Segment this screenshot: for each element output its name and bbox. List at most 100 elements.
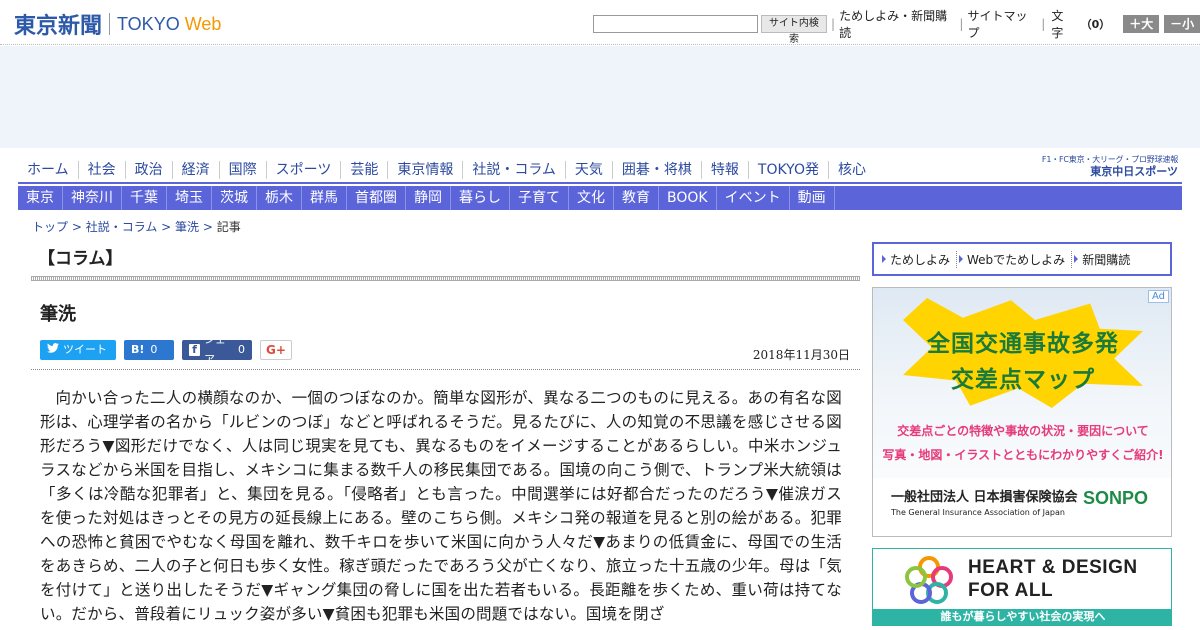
chunichi-name: 東京中日スポーツ xyxy=(1090,165,1178,178)
ad-subtitle-line1: 交差点ごとの特徴や事故の状況・要因について xyxy=(897,424,1149,438)
breadcrumb-section[interactable]: 社説・コラム xyxy=(86,220,158,234)
section-divider xyxy=(31,276,860,281)
nav-item-economy[interactable]: 経済 xyxy=(173,161,220,179)
region-item-video[interactable]: 動画 xyxy=(790,186,835,210)
nav-item-home[interactable]: ホーム xyxy=(18,161,79,179)
main-nav-list: ホーム 社会 政治 経済 国際 スポーツ 芸能 東京情報 社説・コラム 天気 囲… xyxy=(18,161,875,179)
facebook-share-button[interactable]: f シェア 0 xyxy=(182,333,252,366)
subscribe-link[interactable]: ためしよみ・新聞購読 xyxy=(839,7,955,41)
article-body: 向かい合った二人の横顔なのか、一個のつぼなのか。簡単な図形が、異なる二つのものに… xyxy=(40,389,842,623)
breadcrumb-separator: > xyxy=(68,220,86,234)
nav-item-special[interactable]: 特報 xyxy=(702,161,749,179)
date-divider xyxy=(31,369,860,370)
nav-item-entertainment[interactable]: 芸能 xyxy=(341,161,389,179)
region-item-event[interactable]: イベント xyxy=(717,186,790,210)
region-item-gunma[interactable]: 群馬 xyxy=(302,186,347,210)
font-size-count: （0） xyxy=(1080,18,1111,31)
font-larger-button[interactable]: ＋大 xyxy=(1123,15,1160,33)
site-header: 東京新聞 TOKYO Web サイト内検索 | ためしよみ・新聞購読 | サイト… xyxy=(0,0,1200,45)
main-nav: ホーム 社会 政治 経済 国際 スポーツ 芸能 東京情報 社説・コラム 天気 囲… xyxy=(18,155,1182,184)
site-logo[interactable]: 東京新聞 TOKYO Web xyxy=(14,10,222,39)
twitter-bird-icon xyxy=(47,340,59,360)
facebook-icon: f xyxy=(189,344,200,356)
ad-badge[interactable]: Ad xyxy=(1147,290,1169,303)
google-plus-button[interactable]: G+ xyxy=(260,340,292,360)
nav-item-weather[interactable]: 天気 xyxy=(566,161,613,179)
heart-design-ad[interactable]: HEART & DESIGN FOR ALL 誰もが暮らしやすい社会の実現へ xyxy=(872,548,1172,626)
chunichi-tagline: F1・FC東京・大リーグ・プロ野球速報 xyxy=(1041,155,1178,164)
ad-subtitle-line2: 写真・地図・イラストとともにわかりやすくご紹介! xyxy=(882,448,1164,462)
divider: | xyxy=(1041,17,1046,31)
region-item-chiba[interactable]: 千葉 xyxy=(122,186,167,210)
nav-item-politics[interactable]: 政治 xyxy=(126,161,173,179)
header-tools: サイト内検索 | ためしよみ・新聞購読 | サイトマップ | 文字 （0） ＋大… xyxy=(593,9,1200,45)
region-item-culture[interactable]: 文化 xyxy=(569,186,614,210)
subscribe-links-box: ためしよみ Webでためしよみ 新聞購読 xyxy=(872,242,1172,276)
heart-title-line1: HEART & DESIGN xyxy=(968,557,1138,578)
nav-item-sports[interactable]: スポーツ xyxy=(267,161,342,179)
region-item-tokyo[interactable]: 東京 xyxy=(18,186,63,210)
logo-jp: 東京新聞 xyxy=(14,13,103,39)
region-item-education[interactable]: 教育 xyxy=(614,186,659,210)
logo-tokyo: TOKYO xyxy=(117,13,180,34)
tweet-button[interactable]: ツイート xyxy=(40,340,116,360)
hatena-bookmark-button[interactable]: B! 0 xyxy=(124,340,174,360)
section-title: 【コラム】 xyxy=(38,249,123,269)
font-size-label: 文字 xyxy=(1051,9,1064,40)
nav-item-go-shogi[interactable]: 囲碁・将棋 xyxy=(613,161,702,179)
facebook-share-label: シェア xyxy=(203,333,226,366)
region-nav: 東京 神奈川 千葉 埼玉 茨城 栃木 群馬 首都圏 静岡 暮らし 子育て 文化 … xyxy=(18,186,1182,210)
newspaper-subscribe-link[interactable]: 新聞購読 xyxy=(1072,251,1136,268)
heart-title-line2: FOR ALL xyxy=(968,580,1054,601)
ad-organization-en: The General Insurance Association of Jap… xyxy=(891,508,1065,517)
logo-divider xyxy=(109,13,111,35)
nav-item-editorials[interactable]: 社説・コラム xyxy=(463,161,566,179)
breadcrumb-current: 記事 xyxy=(216,220,241,234)
breadcrumb-column[interactable]: 筆洗 xyxy=(175,220,199,234)
article-date: 2018年11月30日 xyxy=(752,348,850,362)
heart-flower-icon xyxy=(903,555,955,607)
region-item-parenting[interactable]: 子育て xyxy=(510,186,569,210)
search-input[interactable] xyxy=(593,15,758,33)
breadcrumb-separator: > xyxy=(199,220,217,234)
nav-item-tokyo-info[interactable]: 東京情報 xyxy=(388,161,464,179)
article-title: 筆洗 xyxy=(40,304,76,325)
heart-footer: 誰もが暮らしやすい社会の実現へ xyxy=(873,609,1171,625)
region-item-saitama[interactable]: 埼玉 xyxy=(167,186,212,210)
region-item-ibaraki[interactable]: 茨城 xyxy=(212,186,257,210)
ad-footer: 一般社団法人 日本損害保険協会 The General Insurance As… xyxy=(873,478,1171,536)
region-item-living[interactable]: 暮らし xyxy=(451,186,510,210)
ad-title-line2: 交差点マップ xyxy=(951,367,1095,393)
top-ad-banner xyxy=(0,46,1200,148)
region-item-kanagawa[interactable]: 神奈川 xyxy=(63,186,122,210)
region-item-book[interactable]: BOOK xyxy=(659,186,717,210)
trial-read-link[interactable]: ためしよみ xyxy=(880,250,958,268)
breadcrumb: トップ > 社説・コラム > 筆洗 > 記事 xyxy=(32,218,241,235)
font-smaller-button[interactable]: －小 xyxy=(1164,15,1200,33)
nav-item-world[interactable]: 国際 xyxy=(220,161,267,179)
breadcrumb-top[interactable]: トップ xyxy=(32,220,68,234)
nav-item-society[interactable]: 社会 xyxy=(79,161,126,179)
divider: | xyxy=(959,17,964,31)
region-item-shutoken[interactable]: 首都圏 xyxy=(347,186,406,210)
sitemap-link[interactable]: サイトマップ xyxy=(967,7,1037,41)
facebook-share-count: 0 xyxy=(238,343,245,356)
ad-organization: 一般社団法人 日本損害保険協会 xyxy=(891,490,1078,505)
tweet-label: ツイート xyxy=(63,343,107,356)
region-item-tochigi[interactable]: 栃木 xyxy=(257,186,302,210)
logo-web: Web xyxy=(184,13,222,34)
intersection-map-ad[interactable]: Ad 全国交通事故多発 交差点マップ 交差点ごとの特徴や事故の状況・要因について… xyxy=(872,287,1172,537)
nav-item-tokyo-hatsu[interactable]: TOKYO発 xyxy=(749,161,829,179)
ad-title-line1: 全国交通事故多発 xyxy=(927,331,1119,357)
web-trial-read-link[interactable]: Webでためしよみ xyxy=(957,250,1073,268)
divider: | xyxy=(831,17,836,31)
breadcrumb-separator: > xyxy=(157,220,176,234)
hatena-count: 0 xyxy=(150,343,158,356)
chunichi-sports-banner[interactable]: F1・FC東京・大リーグ・プロ野球速報 東京中日スポーツ xyxy=(1018,155,1178,181)
sonpo-logo: SONPO xyxy=(1083,488,1149,508)
nav-item-kakushin[interactable]: 核心 xyxy=(829,161,875,179)
hatena-icon: B! xyxy=(131,343,145,356)
region-item-shizuoka[interactable]: 静岡 xyxy=(406,186,451,210)
site-search-button[interactable]: サイト内検索 xyxy=(760,15,828,45)
share-buttons: ツイート B! 0 f シェア 0 G+ xyxy=(40,333,300,366)
